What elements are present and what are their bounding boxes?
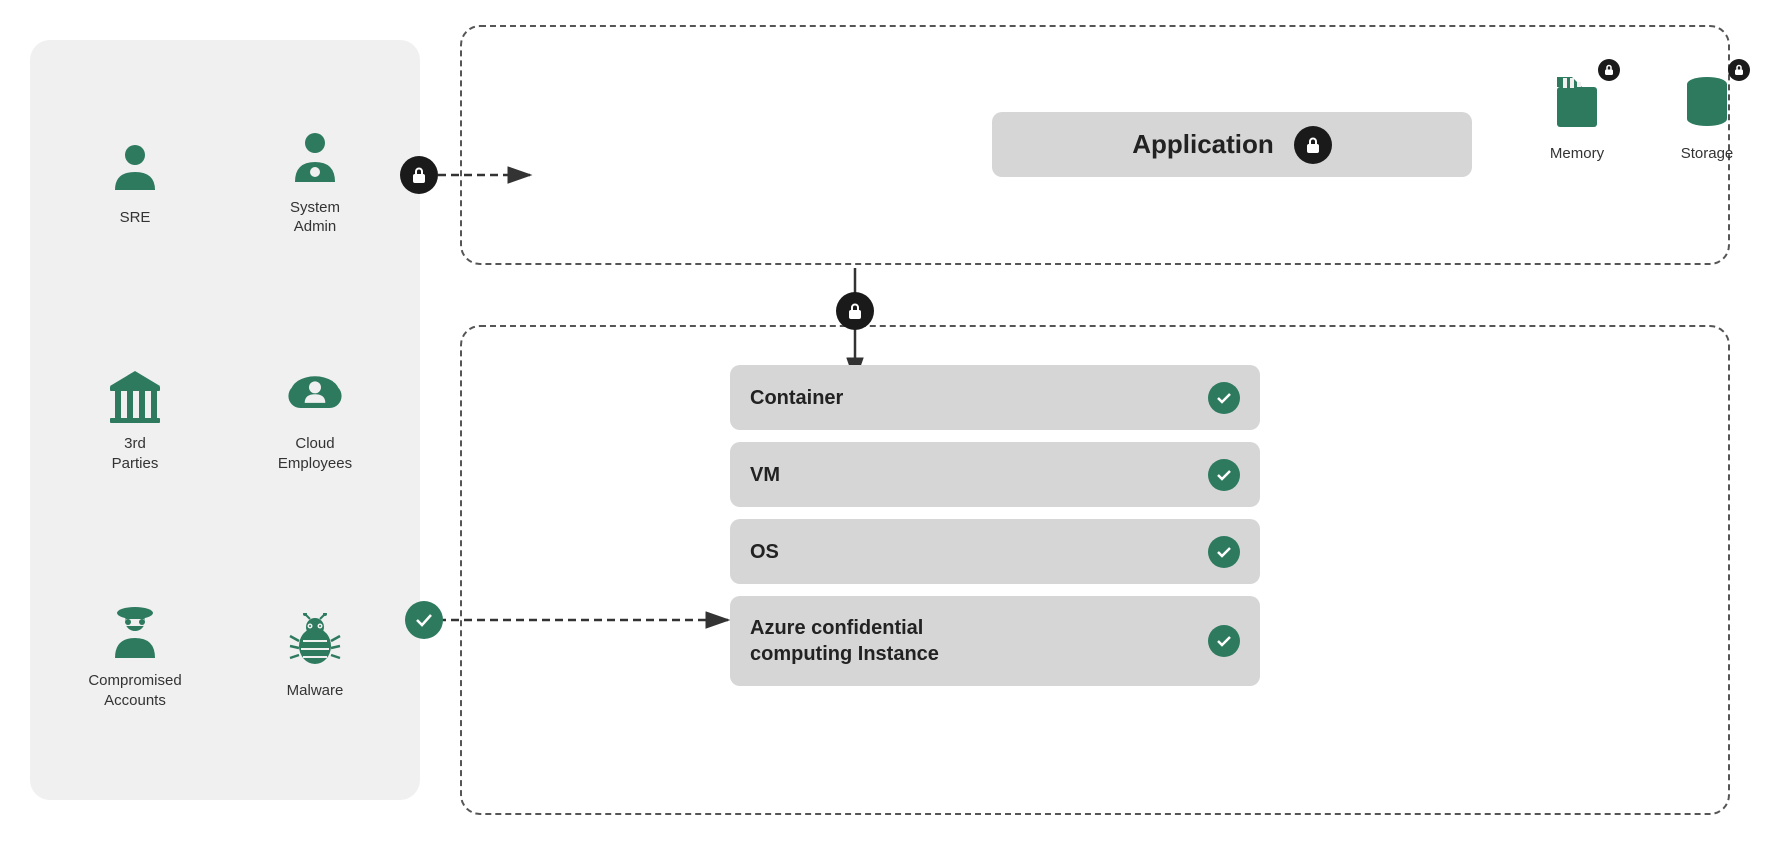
left-panel: SRE SystemAdmin <box>30 40 420 800</box>
vm-check <box>1208 459 1240 491</box>
system-admin-icon <box>285 130 345 190</box>
stack-item-os: OS <box>730 519 1260 584</box>
top-connector-lock <box>400 156 438 194</box>
storage-icon-wrap <box>1672 67 1742 137</box>
vertical-connector-lock <box>836 292 874 330</box>
application-label: Application <box>1132 129 1274 160</box>
compromised-accounts-label: CompromisedAccounts <box>88 671 181 710</box>
stack-item-container: Container <box>730 365 1260 430</box>
malware-icon <box>285 613 345 673</box>
os-check <box>1208 536 1240 568</box>
cloud-employees-icon <box>285 366 345 426</box>
memory-icon-wrap <box>1542 67 1612 137</box>
app-lock-badge <box>1294 126 1332 164</box>
third-parties-label: 3rdParties <box>112 434 159 473</box>
stack-item-vm: VM <box>730 442 1260 507</box>
actor-cloud-employees: CloudEmployees <box>278 366 352 473</box>
resource-storage: Storage <box>1672 67 1742 162</box>
actor-sre: SRE <box>105 140 165 228</box>
memory-icon <box>1547 72 1607 132</box>
resource-memory: Memory <box>1542 67 1612 162</box>
actor-malware: Malware <box>285 613 345 701</box>
container-label: Container <box>750 385 843 411</box>
actor-compromised-accounts: CompromisedAccounts <box>88 603 181 710</box>
sre-icon <box>105 140 165 200</box>
system-admin-label: SystemAdmin <box>290 198 340 237</box>
sre-label: SRE <box>120 208 151 228</box>
os-label: OS <box>750 539 779 565</box>
storage-label: Storage <box>1681 145 1734 162</box>
stack-item-azure: Azure confidentialcomputing Instance <box>730 596 1260 686</box>
compromised-accounts-icon <box>105 603 165 663</box>
storage-lock-badge <box>1728 59 1750 81</box>
third-parties-icon <box>105 366 165 426</box>
vm-label: VM <box>750 462 780 488</box>
stack-container: Container VM OS Azure confidentialcomput… <box>730 365 1260 686</box>
application-bar: Application <box>992 112 1472 177</box>
memory-label: Memory <box>1550 145 1604 162</box>
container-check <box>1208 382 1240 414</box>
resource-icons: Memory <box>1542 67 1772 162</box>
azure-label: Azure confidentialcomputing Instance <box>750 615 939 667</box>
top-box: Application <box>460 25 1730 265</box>
canvas: SRE SystemAdmin <box>0 0 1772 852</box>
memory-lock-badge <box>1598 59 1620 81</box>
storage-icon <box>1677 72 1737 132</box>
actor-third-parties: 3rdParties <box>105 366 165 473</box>
azure-check <box>1208 625 1240 657</box>
bottom-connector-check <box>405 601 443 639</box>
actor-system-admin: SystemAdmin <box>285 130 345 237</box>
malware-label: Malware <box>287 681 344 701</box>
cloud-employees-label: CloudEmployees <box>278 434 352 473</box>
